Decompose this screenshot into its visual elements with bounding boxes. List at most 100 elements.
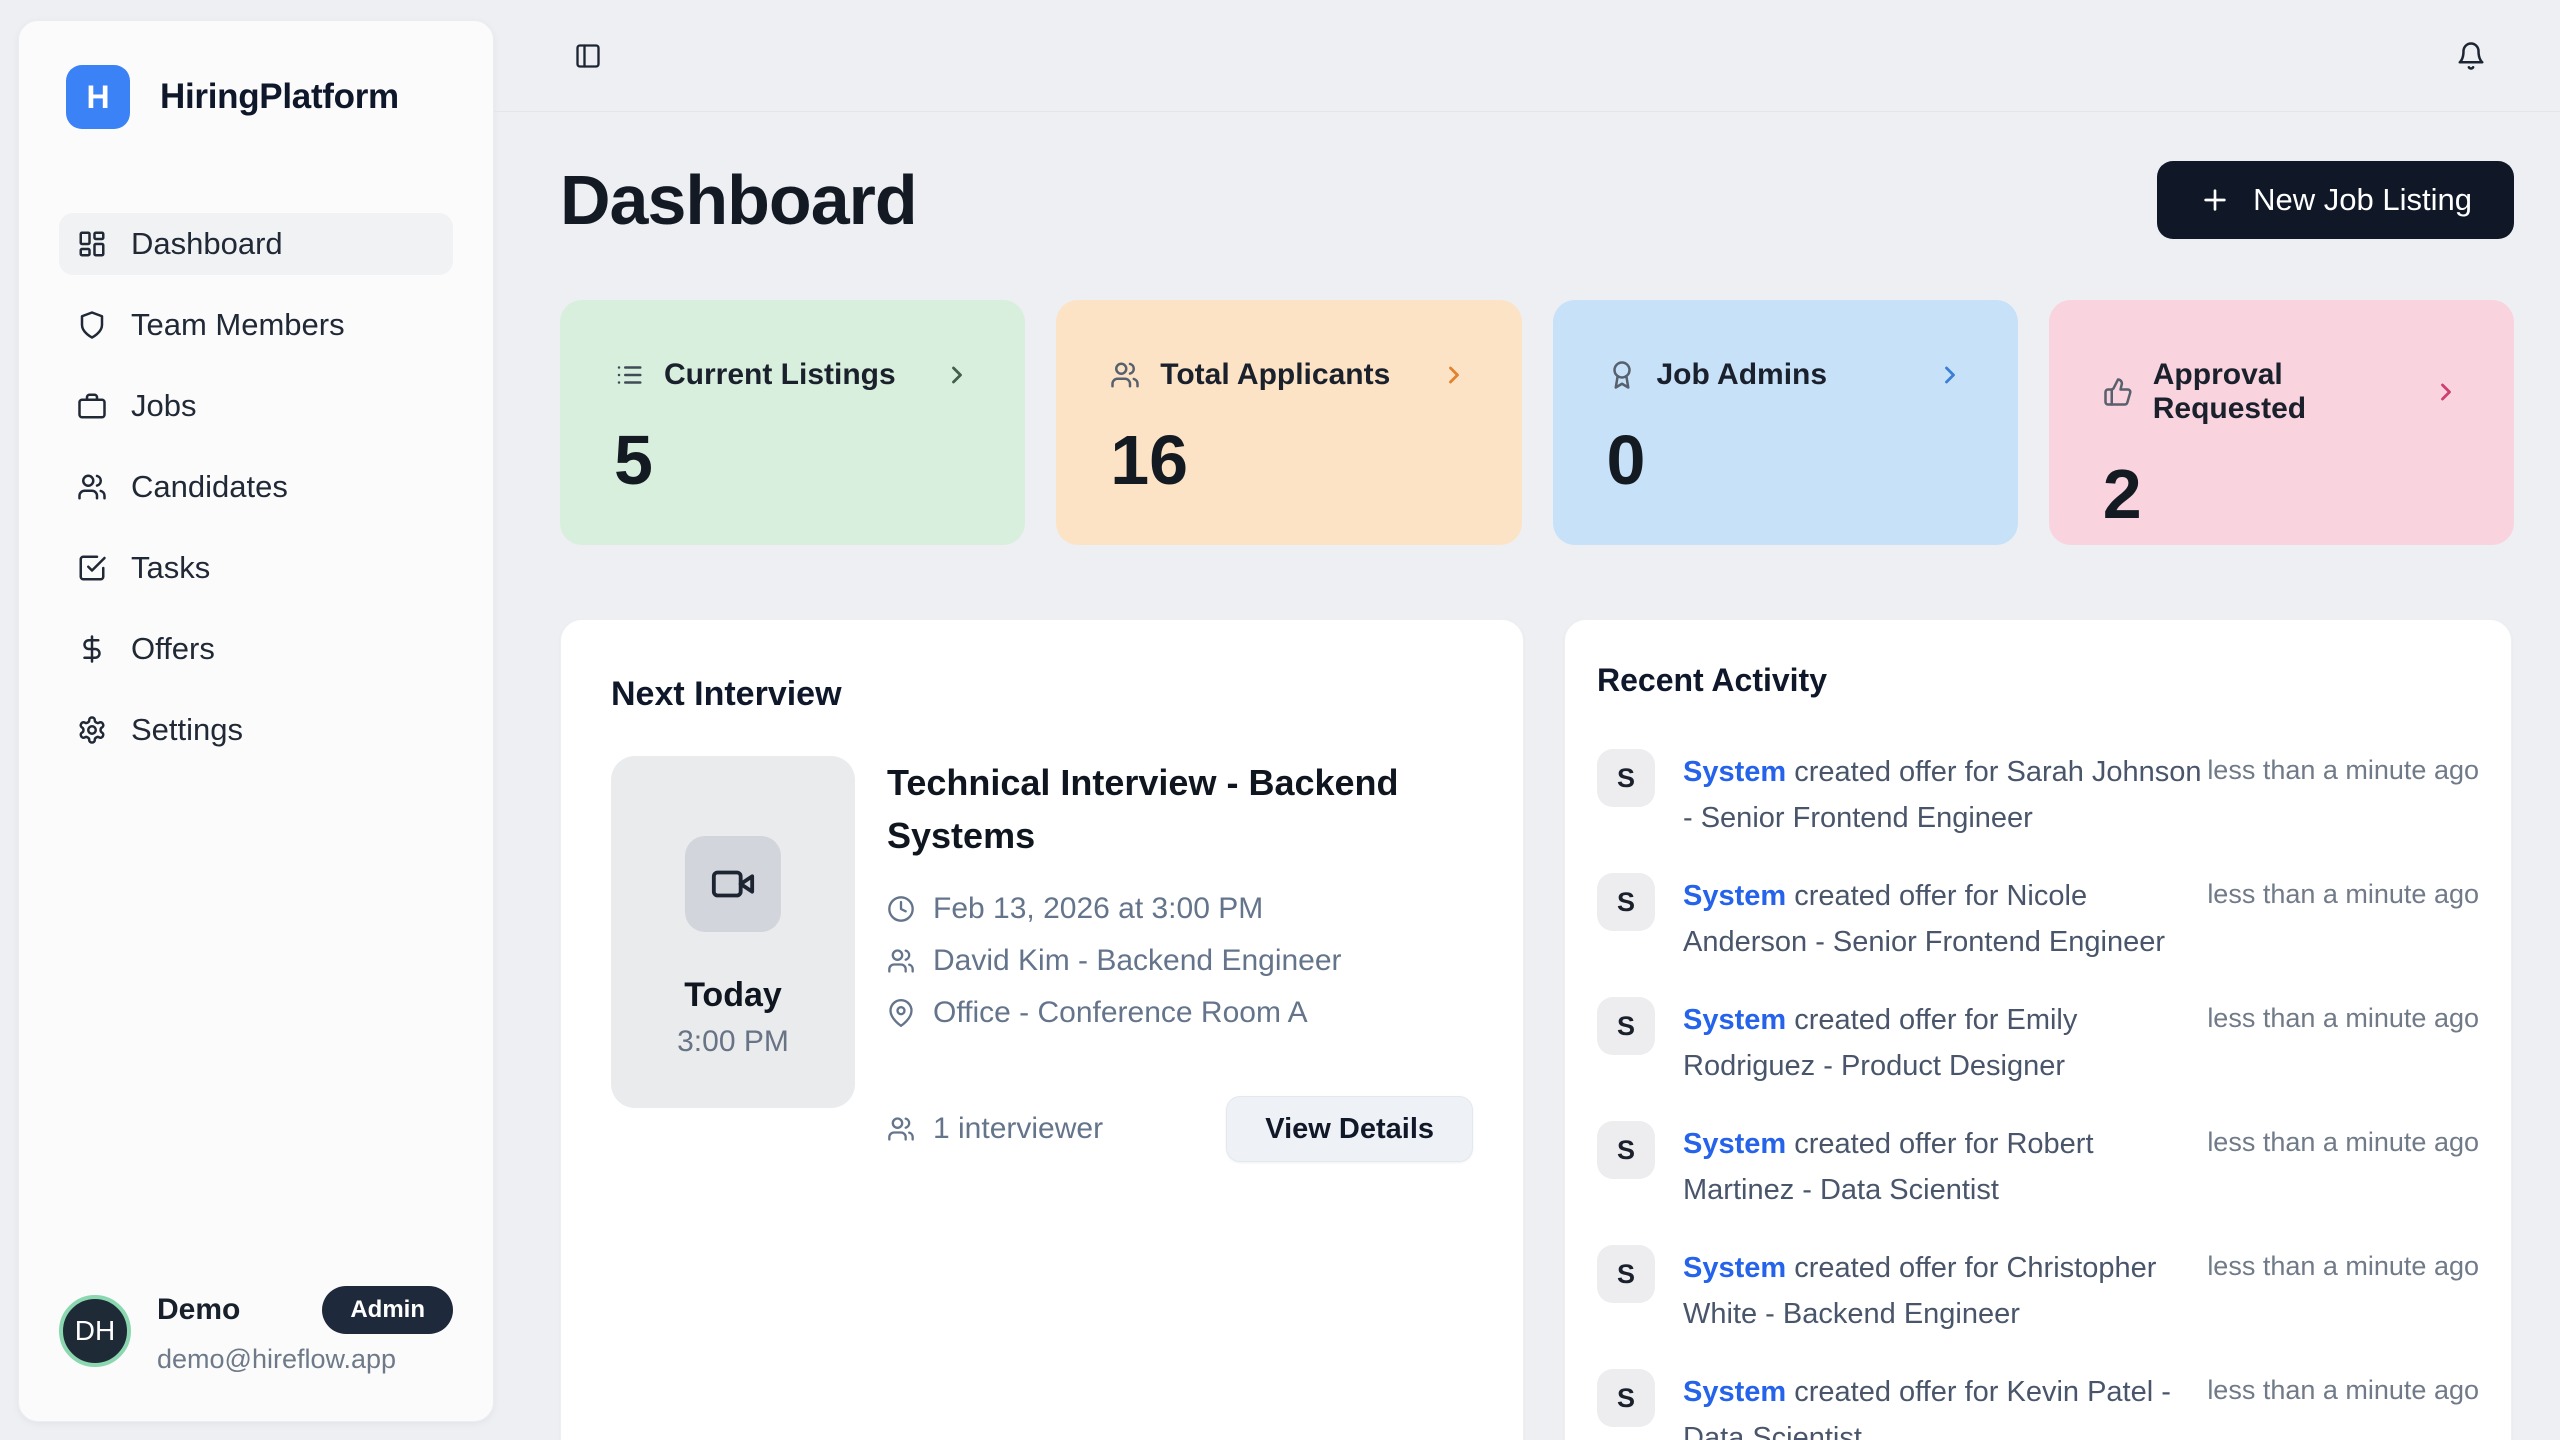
stat-label: Current Listings <box>664 358 896 392</box>
clock-icon <box>887 895 915 923</box>
interviewer-count: 1 interviewer <box>933 1112 1103 1146</box>
activity-item: S System created offer for Kevin Patel -… <box>1597 1369 2479 1440</box>
bell-icon <box>2456 41 2486 71</box>
sidebar-item-label: Candidates <box>131 469 288 505</box>
activity-actor-link[interactable]: System <box>1683 1376 1786 1408</box>
chevron-right-icon <box>2432 378 2460 406</box>
list-icon <box>614 360 644 390</box>
stat-value: 16 <box>1110 420 1467 500</box>
activity-avatar: S <box>1597 1121 1655 1179</box>
sidebar-item-label: Team Members <box>131 307 345 343</box>
next-interview-title: Next Interview <box>611 675 1473 714</box>
new-job-listing-button[interactable]: New Job Listing <box>2157 161 2514 239</box>
activity-avatar: S <box>1597 1369 1655 1427</box>
stat-value: 5 <box>614 420 971 500</box>
activity-avatar: S <box>1597 749 1655 807</box>
sidebar-item-label: Jobs <box>131 388 196 424</box>
chevron-right-icon <box>1440 361 1468 389</box>
notifications-button[interactable] <box>2456 41 2486 71</box>
avatar: DH <box>59 1295 131 1367</box>
plus-icon <box>2199 184 2231 216</box>
activity-timestamp: less than a minute ago <box>2207 1121 2479 1158</box>
activity-actor-link[interactable]: System <box>1683 880 1786 912</box>
activity-item: S System created offer for Robert Martin… <box>1597 1121 2479 1213</box>
sidebar-item-candidates[interactable]: Candidates <box>59 456 453 518</box>
panel-left-icon <box>574 42 602 70</box>
stat-label: Job Admins <box>1657 358 1828 392</box>
thumbs-up-icon <box>2103 377 2133 407</box>
stat-card-current-listings[interactable]: Current Listings 5 <box>560 300 1025 545</box>
users-icon <box>887 947 915 975</box>
interview-title: Technical Interview - Backend Systems <box>887 756 1467 862</box>
interview-date-panel: Today 3:00 PM <box>611 756 855 1108</box>
stat-label: Total Applicants <box>1160 358 1390 392</box>
users-icon <box>887 1115 915 1143</box>
activity-list: S System created offer for Sarah Johnson… <box>1597 749 2479 1440</box>
chevron-right-icon <box>1936 361 1964 389</box>
activity-item: S System created offer for Nicole Anders… <box>1597 873 2479 965</box>
award-icon <box>1607 360 1637 390</box>
app-logo[interactable]: H HiringPlatform <box>19 21 493 129</box>
sidebar-item-settings[interactable]: Settings <box>59 699 453 761</box>
sidebar-item-label: Tasks <box>131 550 210 586</box>
sidebar-nav: Dashboard Team Members Jobs Candidates T… <box>19 213 493 780</box>
activity-timestamp: less than a minute ago <box>2207 873 2479 910</box>
dollar-icon <box>77 634 107 664</box>
view-details-button[interactable]: View Details <box>1226 1096 1473 1162</box>
sidebar-toggle-button[interactable] <box>574 42 602 70</box>
users-icon <box>1110 360 1140 390</box>
app-name: HiringPlatform <box>160 77 399 117</box>
sidebar-item-team-members[interactable]: Team Members <box>59 294 453 356</box>
stat-label: Approval Requested <box>2153 358 2412 426</box>
activity-timestamp: less than a minute ago <box>2207 749 2479 786</box>
sidebar-item-offers[interactable]: Offers <box>59 618 453 680</box>
activity-timestamp: less than a minute ago <box>2207 1245 2479 1282</box>
check-square-icon <box>77 553 107 583</box>
video-tile <box>685 836 781 932</box>
users-icon <box>77 472 107 502</box>
dashboard-icon <box>77 229 107 259</box>
sidebar-item-label: Offers <box>131 631 215 667</box>
shield-icon <box>77 310 107 340</box>
page-title: Dashboard <box>560 160 917 240</box>
topbar <box>494 0 2560 112</box>
interview-day: Today <box>684 976 782 1015</box>
map-pin-icon <box>887 999 915 1027</box>
app-logo-icon: H <box>66 65 130 129</box>
interview-location: Office - Conference Room A <box>933 996 1308 1030</box>
activity-actor-link[interactable]: System <box>1683 756 1786 788</box>
activity-timestamp: less than a minute ago <box>2207 997 2479 1034</box>
stat-value: 2 <box>2103 454 2460 534</box>
stats-row: Current Listings 5 Total Applicants <box>560 300 2514 545</box>
role-badge: Admin <box>322 1286 453 1334</box>
stat-card-job-admins[interactable]: Job Admins 0 <box>1553 300 2018 545</box>
chevron-right-icon <box>943 361 971 389</box>
activity-item: S System created offer for Sarah Johnson… <box>1597 749 2479 841</box>
activity-timestamp: less than a minute ago <box>2207 1369 2479 1406</box>
activity-actor-link[interactable]: System <box>1683 1252 1786 1284</box>
interview-datetime: Feb 13, 2026 at 3:00 PM <box>933 892 1263 926</box>
gear-icon <box>77 715 107 745</box>
sidebar-item-jobs[interactable]: Jobs <box>59 375 453 437</box>
briefcase-icon <box>77 391 107 421</box>
sidebar-item-tasks[interactable]: Tasks <box>59 537 453 599</box>
interview-candidate: David Kim - Backend Engineer <box>933 944 1342 978</box>
stat-card-approval-requested[interactable]: Approval Requested 2 <box>2049 300 2514 545</box>
sidebar-item-label: Dashboard <box>131 226 283 262</box>
activity-avatar: S <box>1597 1245 1655 1303</box>
recent-activity-card: Recent Activity S System created offer f… <box>1564 619 2512 1440</box>
activity-item: S System created offer for Christopher W… <box>1597 1245 2479 1337</box>
activity-actor-link[interactable]: System <box>1683 1004 1786 1036</box>
activity-actor-link[interactable]: System <box>1683 1128 1786 1160</box>
interview-time: 3:00 PM <box>677 1025 789 1059</box>
user-email: demo@hireflow.app <box>157 1344 453 1375</box>
stat-value: 0 <box>1607 420 1964 500</box>
activity-item: S System created offer for Emily Rodrigu… <box>1597 997 2479 1089</box>
user-profile[interactable]: DH Demo Admin demo@hireflow.app <box>19 1286 493 1421</box>
activity-avatar: S <box>1597 997 1655 1055</box>
video-camera-icon <box>710 861 756 907</box>
activity-avatar: S <box>1597 873 1655 931</box>
content-area: Dashboard New Job Listing Current Listin… <box>494 0 2560 1440</box>
stat-card-total-applicants[interactable]: Total Applicants 16 <box>1056 300 1521 545</box>
sidebar-item-dashboard[interactable]: Dashboard <box>59 213 453 275</box>
